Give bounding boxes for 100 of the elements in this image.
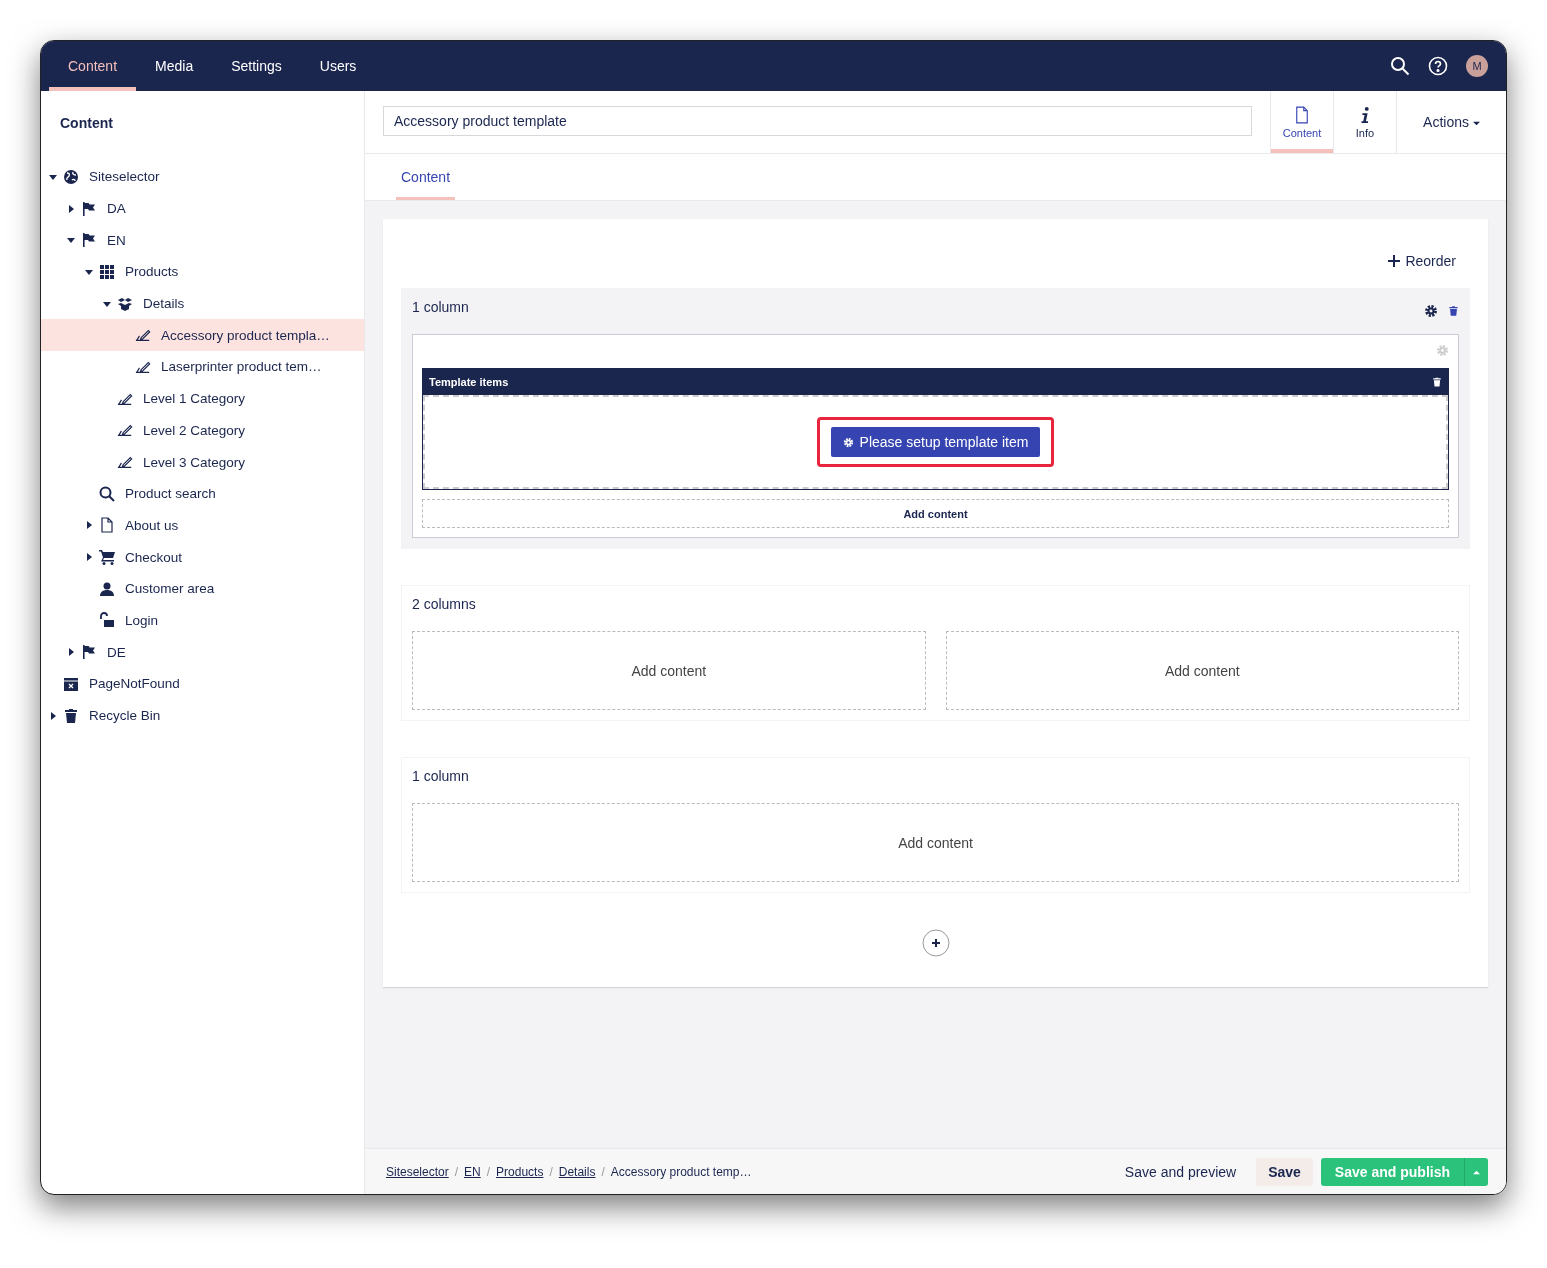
tree-item[interactable]: Product search bbox=[41, 477, 364, 510]
tree-item[interactable]: Siteselector bbox=[41, 161, 364, 193]
caret-right-icon[interactable] bbox=[49, 711, 57, 720]
section-tab[interactable]: Users bbox=[300, 41, 376, 91]
setup-button[interactable]: Please setup template item bbox=[830, 427, 1041, 457]
add-content-button[interactable]: Add content bbox=[945, 631, 1459, 710]
tree-item-label: EN bbox=[107, 232, 126, 248]
tree-item[interactable]: Checkout bbox=[41, 541, 364, 573]
delete-icon[interactable] bbox=[1448, 305, 1459, 317]
control-title: Template items bbox=[429, 376, 509, 388]
row-title: 1 column bbox=[412, 768, 469, 784]
tree-item-label: Checkout bbox=[125, 549, 183, 565]
add-content-button[interactable]: Add content bbox=[412, 631, 926, 710]
trash-icon bbox=[63, 707, 79, 724]
search-icon[interactable] bbox=[1390, 56, 1410, 76]
tree-item-label: Level 1 Category bbox=[143, 391, 246, 407]
tree-item-label: Recycle Bin bbox=[89, 708, 161, 724]
breadcrumb-link[interactable]: Siteselector bbox=[386, 1164, 449, 1179]
breadcrumb-current: Accessory product temp… bbox=[610, 1164, 752, 1179]
user-icon bbox=[99, 580, 115, 597]
calendar-icon bbox=[63, 675, 79, 692]
tree-item[interactable]: Recycle Bin bbox=[41, 699, 364, 732]
caret-down-icon[interactable] bbox=[103, 299, 111, 308]
grid-icon bbox=[99, 263, 115, 280]
tree-item[interactable]: EN bbox=[41, 224, 364, 257]
cart-icon bbox=[99, 549, 115, 566]
tree-item-label: Customer area bbox=[125, 581, 215, 597]
reorder-button[interactable]: Reorder bbox=[1382, 251, 1470, 270]
user-avatar[interactable]: M bbox=[1466, 55, 1488, 77]
breadcrumb-separator: / bbox=[454, 1164, 459, 1179]
tree-item-label: About us bbox=[125, 517, 179, 533]
settings-icon[interactable] bbox=[1424, 304, 1438, 318]
tree-item[interactable]: Customer area bbox=[41, 572, 364, 605]
breadcrumb-separator: / bbox=[486, 1164, 491, 1179]
caret-right-icon[interactable] bbox=[67, 204, 75, 213]
tree-item[interactable]: Level 1 Category bbox=[41, 382, 364, 415]
help-icon[interactable] bbox=[1428, 56, 1448, 76]
tree-item-label: DE bbox=[107, 644, 126, 660]
tree-item[interactable]: About us bbox=[41, 509, 364, 542]
name-field[interactable]: Accessory product template bbox=[383, 106, 1252, 136]
unlocked-icon bbox=[99, 612, 115, 629]
tree-item[interactable]: Login bbox=[41, 604, 364, 637]
search-icon bbox=[99, 485, 115, 502]
tree-item-label: Product search bbox=[125, 486, 216, 502]
add-content-button[interactable]: Add content bbox=[422, 499, 1449, 528]
breadcrumb-link[interactable]: EN bbox=[464, 1164, 481, 1179]
breadcrumb-link[interactable]: Products bbox=[496, 1164, 544, 1179]
content-tab[interactable]: Content bbox=[396, 154, 456, 200]
tree-item-label: PageNotFound bbox=[89, 676, 180, 692]
add-content-button[interactable]: Add content bbox=[412, 803, 1459, 882]
section-tab[interactable]: Settings bbox=[212, 41, 301, 91]
row-title: 2 columns bbox=[412, 596, 476, 612]
tree-item-label: Laserprinter product tem… bbox=[161, 359, 322, 375]
edit-icon bbox=[117, 422, 133, 439]
edit-icon bbox=[117, 454, 133, 471]
tree-item-label: DA bbox=[107, 201, 126, 217]
tree-item-label: Products bbox=[125, 264, 179, 280]
flag-icon bbox=[81, 644, 97, 661]
section-tab[interactable]: Media bbox=[136, 41, 213, 91]
tree-item[interactable]: Products bbox=[41, 256, 364, 288]
globe-icon bbox=[63, 168, 79, 185]
document-icon bbox=[1295, 105, 1309, 124]
tree-item[interactable]: Level 3 Category bbox=[41, 446, 364, 478]
tree-item-label: Level 3 Category bbox=[143, 454, 246, 470]
tree-item-label: Accessory product templa… bbox=[161, 327, 330, 343]
flag-icon bbox=[81, 200, 97, 217]
caret-right-icon[interactable] bbox=[85, 521, 93, 530]
breadcrumb-link[interactable]: Details bbox=[558, 1164, 596, 1179]
publish-options-button[interactable] bbox=[1464, 1157, 1488, 1186]
caret-down-icon bbox=[1472, 120, 1480, 127]
delete-icon[interactable] bbox=[1432, 376, 1442, 388]
tree-item-label: Details bbox=[143, 296, 185, 312]
actions-dropdown[interactable]: Actions bbox=[1396, 91, 1506, 153]
tree-item[interactable]: Accessory product templa… bbox=[41, 319, 364, 352]
save-preview-button[interactable]: Save and preview bbox=[1112, 1163, 1249, 1180]
tree-item-label: Siteselector bbox=[89, 169, 160, 185]
save-button[interactable]: Save bbox=[1256, 1157, 1313, 1186]
plus-icon bbox=[1388, 254, 1401, 267]
tree-item-label: Login bbox=[125, 612, 159, 628]
caret-down-icon[interactable] bbox=[67, 236, 75, 245]
add-row-icon[interactable] bbox=[921, 929, 950, 957]
tree-item[interactable]: Level 2 Category bbox=[41, 414, 364, 447]
tree-item[interactable]: Details bbox=[41, 287, 364, 320]
flag-icon bbox=[81, 232, 97, 249]
caret-right-icon[interactable] bbox=[67, 648, 75, 657]
caret-right-icon[interactable] bbox=[85, 553, 93, 562]
sidebar-title: Content bbox=[59, 114, 114, 133]
row-title: 1 column bbox=[412, 299, 469, 315]
boxes-icon bbox=[117, 295, 133, 312]
tree-item[interactable]: Laserprinter product tem… bbox=[41, 351, 364, 383]
app-tab[interactable]: Content bbox=[1270, 91, 1333, 153]
caret-down-icon[interactable] bbox=[85, 267, 93, 276]
breadcrumb-separator: / bbox=[601, 1164, 605, 1179]
tree-item[interactable]: PageNotFound bbox=[41, 668, 364, 700]
tree-item[interactable]: DA bbox=[41, 192, 364, 225]
edit-icon bbox=[135, 327, 151, 344]
caret-down-icon[interactable] bbox=[49, 172, 57, 181]
tree-item[interactable]: DE bbox=[41, 636, 364, 668]
gear-icon bbox=[842, 436, 854, 448]
section-tab[interactable]: Content bbox=[49, 41, 137, 91]
